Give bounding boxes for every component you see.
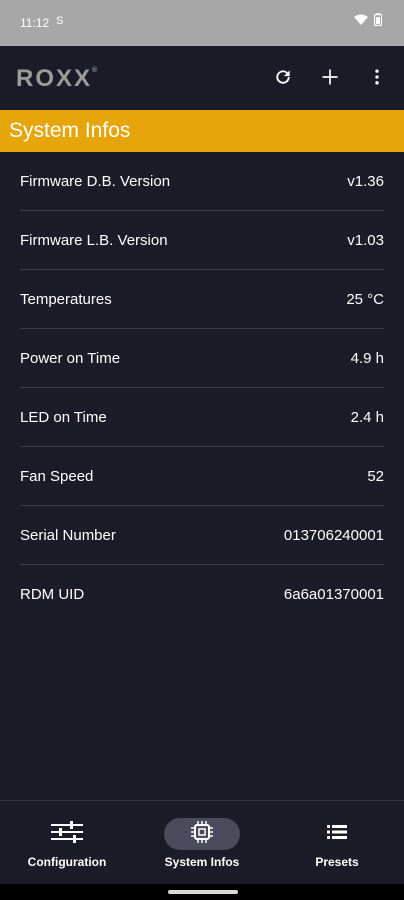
info-list: Firmware D.B. Version v1.36 Firmware L.B… bbox=[20, 152, 384, 623]
info-label: Temperatures bbox=[20, 290, 112, 308]
nav-icon-container bbox=[29, 818, 105, 850]
nav-label: Presets bbox=[315, 855, 359, 869]
refresh-icon[interactable] bbox=[270, 64, 296, 90]
bottom-nav: Configuration System Infos Presets bbox=[0, 800, 404, 885]
info-row-serial-number: Serial Number 013706240001 bbox=[20, 506, 384, 565]
nav-label: Configuration bbox=[27, 855, 107, 869]
info-value: v1.03 bbox=[347, 231, 384, 249]
more-vert-icon[interactable] bbox=[364, 64, 390, 90]
status-icons bbox=[354, 13, 383, 29]
info-label: Firmware D.B. Version bbox=[20, 172, 171, 190]
info-label: RDM UID bbox=[20, 585, 85, 603]
info-label: LED on Time bbox=[20, 408, 107, 426]
info-row-fan-speed: Fan Speed 52 bbox=[20, 447, 384, 506]
home-gesture-handle[interactable] bbox=[168, 890, 238, 894]
info-row-power-on-time: Power on Time 4.9 h bbox=[20, 329, 384, 388]
chip-icon bbox=[190, 820, 214, 849]
info-value: 013706240001 bbox=[283, 526, 384, 544]
app-bar: ROXX® bbox=[0, 46, 404, 109]
status-bar: 11:12 S bbox=[0, 0, 404, 46]
info-row-firmware-db: Firmware D.B. Version v1.36 bbox=[20, 152, 384, 211]
page-title: System Infos bbox=[9, 119, 131, 142]
nav-icon-container bbox=[299, 818, 375, 850]
section-header: System Infos bbox=[0, 110, 404, 152]
info-row-led-on-time: LED on Time 2.4 h bbox=[20, 388, 384, 447]
info-label: Serial Number bbox=[20, 526, 116, 544]
gesture-bar bbox=[0, 884, 404, 900]
status-time: 11:12 bbox=[20, 16, 50, 30]
nav-item-configuration[interactable]: Configuration bbox=[0, 801, 134, 885]
battery-icon bbox=[373, 13, 383, 29]
info-value: v1.36 bbox=[347, 172, 384, 190]
info-value: 25 °C bbox=[346, 290, 384, 308]
info-label: Firmware L.B. Version bbox=[20, 231, 168, 249]
add-icon[interactable] bbox=[317, 64, 343, 90]
info-value: 4.9 h bbox=[350, 349, 384, 367]
info-value: 6a6a01370001 bbox=[283, 585, 384, 603]
info-label: Fan Speed bbox=[20, 467, 94, 485]
info-label: Power on Time bbox=[20, 349, 121, 367]
info-value: 52 bbox=[367, 467, 384, 485]
wifi-icon bbox=[354, 14, 368, 29]
notification-s-icon: S bbox=[56, 15, 64, 27]
info-row-temperatures: Temperatures 25 °C bbox=[20, 270, 384, 329]
nav-icon-container bbox=[164, 818, 240, 850]
nav-label: System Infos bbox=[164, 855, 240, 869]
nav-item-system-infos[interactable]: System Infos bbox=[135, 801, 269, 885]
sliders-icon bbox=[51, 820, 83, 848]
nav-item-presets[interactable]: Presets bbox=[270, 801, 404, 885]
info-value: 2.4 h bbox=[350, 408, 384, 426]
info-row-rdm-uid: RDM UID 6a6a01370001 bbox=[20, 565, 384, 623]
list-icon bbox=[327, 824, 347, 845]
roxx-logo: ROXX® bbox=[16, 65, 98, 92]
info-row-firmware-lb: Firmware L.B. Version v1.03 bbox=[20, 211, 384, 270]
